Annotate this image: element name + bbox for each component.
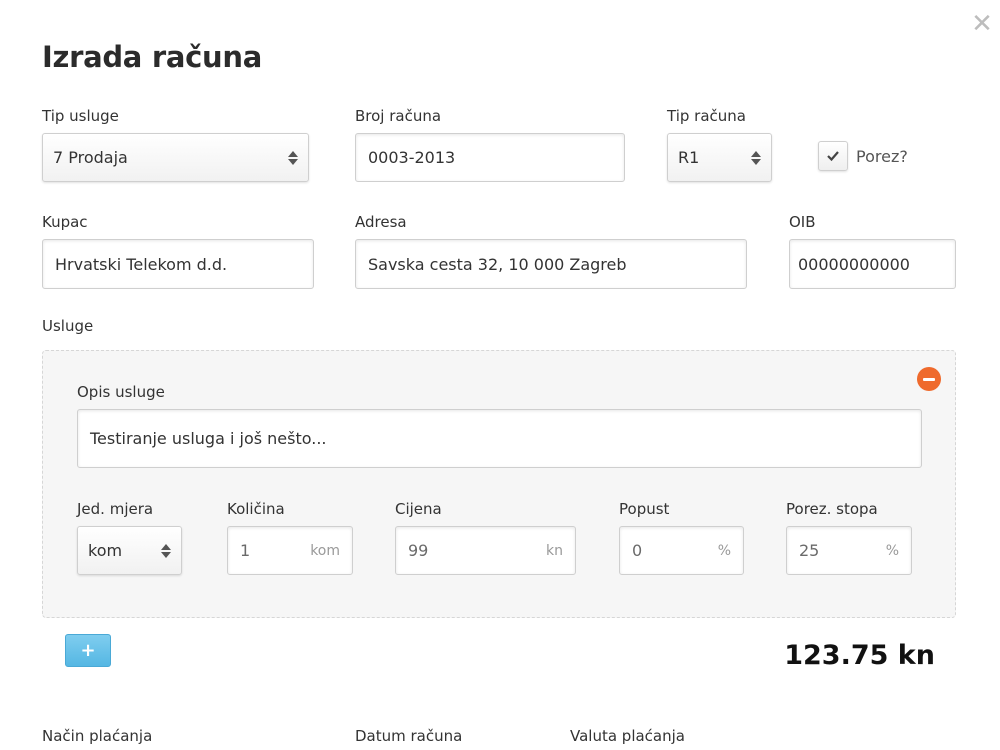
unit-measure-select[interactable]: kom bbox=[77, 526, 182, 575]
service-type-value: 7 Prodaja bbox=[53, 148, 128, 167]
dialog-title: Izrada računa bbox=[42, 40, 262, 74]
quantity-label: Količina bbox=[227, 500, 285, 518]
invoice-number-value: 0003-2013 bbox=[368, 148, 456, 167]
select-arrows-icon bbox=[151, 543, 181, 558]
oib-label: OIB bbox=[789, 213, 816, 231]
invoice-type-select[interactable]: R1 bbox=[667, 133, 772, 182]
tax-rate-value: 25 bbox=[799, 541, 820, 560]
price-label: Cijena bbox=[395, 500, 442, 518]
payment-method-label: Način plaćanja bbox=[42, 727, 153, 745]
close-icon[interactable]: ✕ bbox=[970, 11, 994, 37]
quantity-value: 1 bbox=[240, 541, 251, 560]
tax-rate-label: Porez. stopa bbox=[786, 500, 878, 518]
services-label: Usluge bbox=[42, 317, 94, 335]
remove-service-button[interactable] bbox=[917, 367, 941, 391]
discount-label: Popust bbox=[619, 500, 670, 518]
create-invoice-dialog: ✕ Izrada računa Tip usluge 7 Prodaja Bro… bbox=[0, 0, 1000, 750]
service-description-input[interactable]: Testiranje usluga i još nešto... bbox=[77, 409, 922, 468]
oib-value: 00000000000 bbox=[798, 254, 910, 274]
tax-checkbox[interactable] bbox=[818, 141, 848, 171]
service-item-box bbox=[42, 350, 956, 618]
oib-input[interactable]: 00000000000 bbox=[789, 239, 956, 289]
service-type-label: Tip usluge bbox=[42, 107, 119, 125]
service-type-select[interactable]: 7 Prodaja bbox=[42, 133, 309, 182]
tax-rate-unit: % bbox=[885, 542, 899, 559]
unit-measure-label: Jed. mjera bbox=[77, 500, 154, 518]
payment-due-label: Valuta plaćanja bbox=[570, 727, 685, 745]
unit-measure-value: kom bbox=[88, 541, 123, 560]
customer-value: Hrvatski Telekom d.d. bbox=[55, 254, 228, 274]
address-value: Savska cesta 32, 10 000 Zagreb bbox=[368, 254, 627, 274]
plus-icon: + bbox=[80, 640, 96, 661]
discount-value: 0 bbox=[632, 541, 643, 560]
price-value: 99 bbox=[408, 541, 429, 560]
price-unit: kn bbox=[546, 542, 563, 559]
invoice-number-input[interactable]: 0003-2013 bbox=[355, 133, 625, 182]
add-service-button[interactable]: + bbox=[65, 634, 111, 667]
address-label: Adresa bbox=[355, 213, 407, 231]
quantity-input[interactable]: 1 kom bbox=[227, 526, 353, 575]
select-arrows-icon bbox=[278, 150, 308, 165]
service-description-value: Testiranje usluga i još nešto... bbox=[90, 429, 327, 448]
tax-checkbox-label: Porez? bbox=[856, 147, 908, 166]
invoice-type-label: Tip računa bbox=[667, 107, 746, 125]
service-description-label: Opis usluge bbox=[77, 383, 165, 401]
tax-rate-input[interactable]: 25 % bbox=[786, 526, 912, 575]
invoice-type-value: R1 bbox=[678, 148, 700, 167]
select-arrows-icon bbox=[741, 150, 771, 165]
invoice-number-label: Broj računa bbox=[355, 107, 442, 125]
quantity-unit: kom bbox=[310, 542, 340, 559]
invoice-date-label: Datum računa bbox=[355, 727, 463, 745]
invoice-total: 123.75 kn bbox=[784, 640, 935, 671]
customer-input[interactable]: Hrvatski Telekom d.d. bbox=[42, 239, 314, 289]
minus-icon bbox=[923, 377, 935, 381]
customer-label: Kupac bbox=[42, 213, 88, 231]
discount-input[interactable]: 0 % bbox=[619, 526, 744, 575]
discount-unit: % bbox=[717, 542, 731, 559]
checkmark-icon bbox=[827, 151, 839, 162]
price-input[interactable]: 99 kn bbox=[395, 526, 576, 575]
address-input[interactable]: Savska cesta 32, 10 000 Zagreb bbox=[355, 239, 747, 289]
